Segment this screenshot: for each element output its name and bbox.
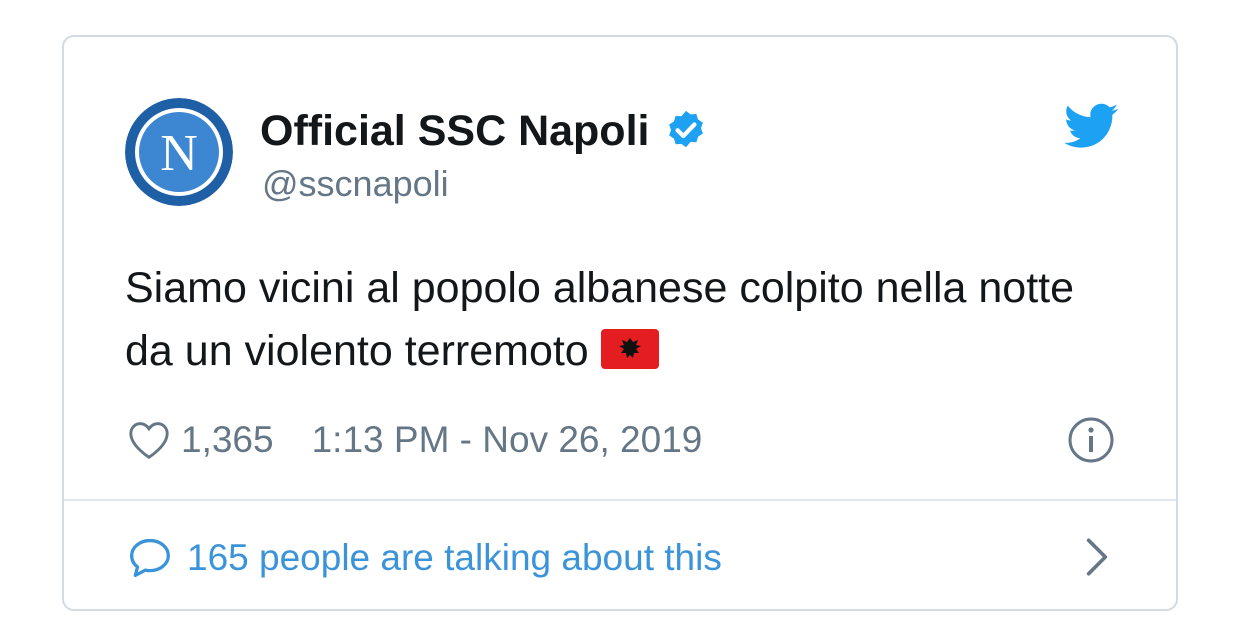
conversation-link[interactable]: 165 people are talking about this	[127, 530, 722, 586]
author-name-row: Official SSC Napoli	[260, 103, 709, 159]
info-icon[interactable]	[1067, 416, 1115, 464]
handle[interactable]: @sscnapoli	[262, 163, 449, 205]
speech-bubble-icon	[130, 538, 170, 578]
display-name[interactable]: Official SSC Napoli	[260, 107, 649, 156]
like-count[interactable]: 1,365	[181, 419, 274, 461]
chevron-right-icon[interactable]	[1084, 537, 1110, 577]
napoli-logo-icon: N	[125, 98, 233, 206]
talking-count-text[interactable]: 165 people are talking about this	[187, 537, 722, 579]
avatar[interactable]: N	[125, 98, 233, 206]
verified-badge-icon	[669, 110, 704, 148]
tweet-card[interactable]: N Official SSC Napoli @sscnapoli Siamo v…	[62, 35, 1178, 611]
tweet-meta: 1,365 1:13 PM - Nov 26, 2019	[127, 415, 702, 465]
avatar-letter: N	[160, 125, 198, 182]
divider	[64, 499, 1176, 501]
timestamp[interactable]: 1:13 PM - Nov 26, 2019	[312, 419, 703, 461]
twitter-bird-icon[interactable]	[1064, 103, 1118, 149]
tweet-text: Siamo vicini al popolo albanese colpito …	[125, 257, 1125, 383]
albania-flag-emoji	[600, 329, 659, 369]
heart-icon[interactable]	[127, 420, 171, 460]
tweet-body: Siamo vicini al popolo albanese colpito …	[125, 264, 1075, 375]
eagle-icon	[618, 338, 641, 358]
